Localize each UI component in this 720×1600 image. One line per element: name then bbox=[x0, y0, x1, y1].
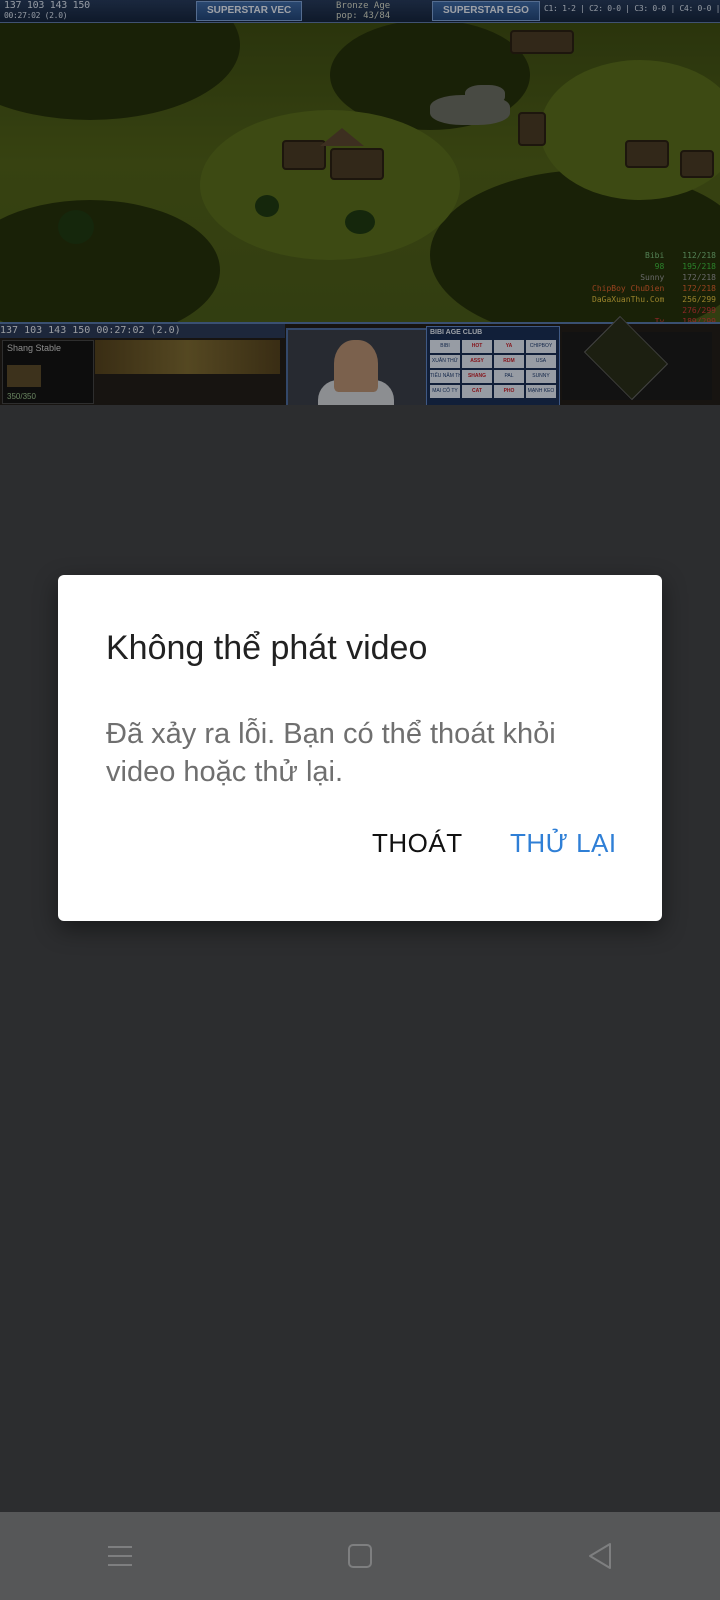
dialog-message: Đã xảy ra lỗi. Bạn có thể thoát khỏi vid… bbox=[106, 718, 556, 788]
home-button[interactable] bbox=[330, 1526, 390, 1586]
back-icon bbox=[589, 1543, 611, 1569]
exit-button[interactable]: THOÁT bbox=[372, 828, 463, 859]
menu-icon bbox=[108, 1546, 132, 1566]
error-dialog: Không thể phát video Đã xảy ra lỗi. Bạn … bbox=[58, 575, 662, 921]
dialog-scrim bbox=[0, 405, 720, 1512]
video-dim-overlay bbox=[0, 0, 720, 405]
menu-button[interactable] bbox=[90, 1526, 150, 1586]
video-player[interactable]: 137 103 143 150 00:27:02 (2.0) SUPERSTAR… bbox=[0, 0, 720, 405]
screen: 137 103 143 150 00:27:02 (2.0) SUPERSTAR… bbox=[0, 0, 720, 1600]
dialog-title: Không thể phát video bbox=[106, 629, 428, 667]
system-navigation-bar bbox=[0, 1512, 720, 1600]
back-button[interactable] bbox=[570, 1526, 630, 1586]
home-icon bbox=[348, 1544, 372, 1568]
retry-button[interactable]: THỬ LẠI bbox=[510, 828, 617, 859]
